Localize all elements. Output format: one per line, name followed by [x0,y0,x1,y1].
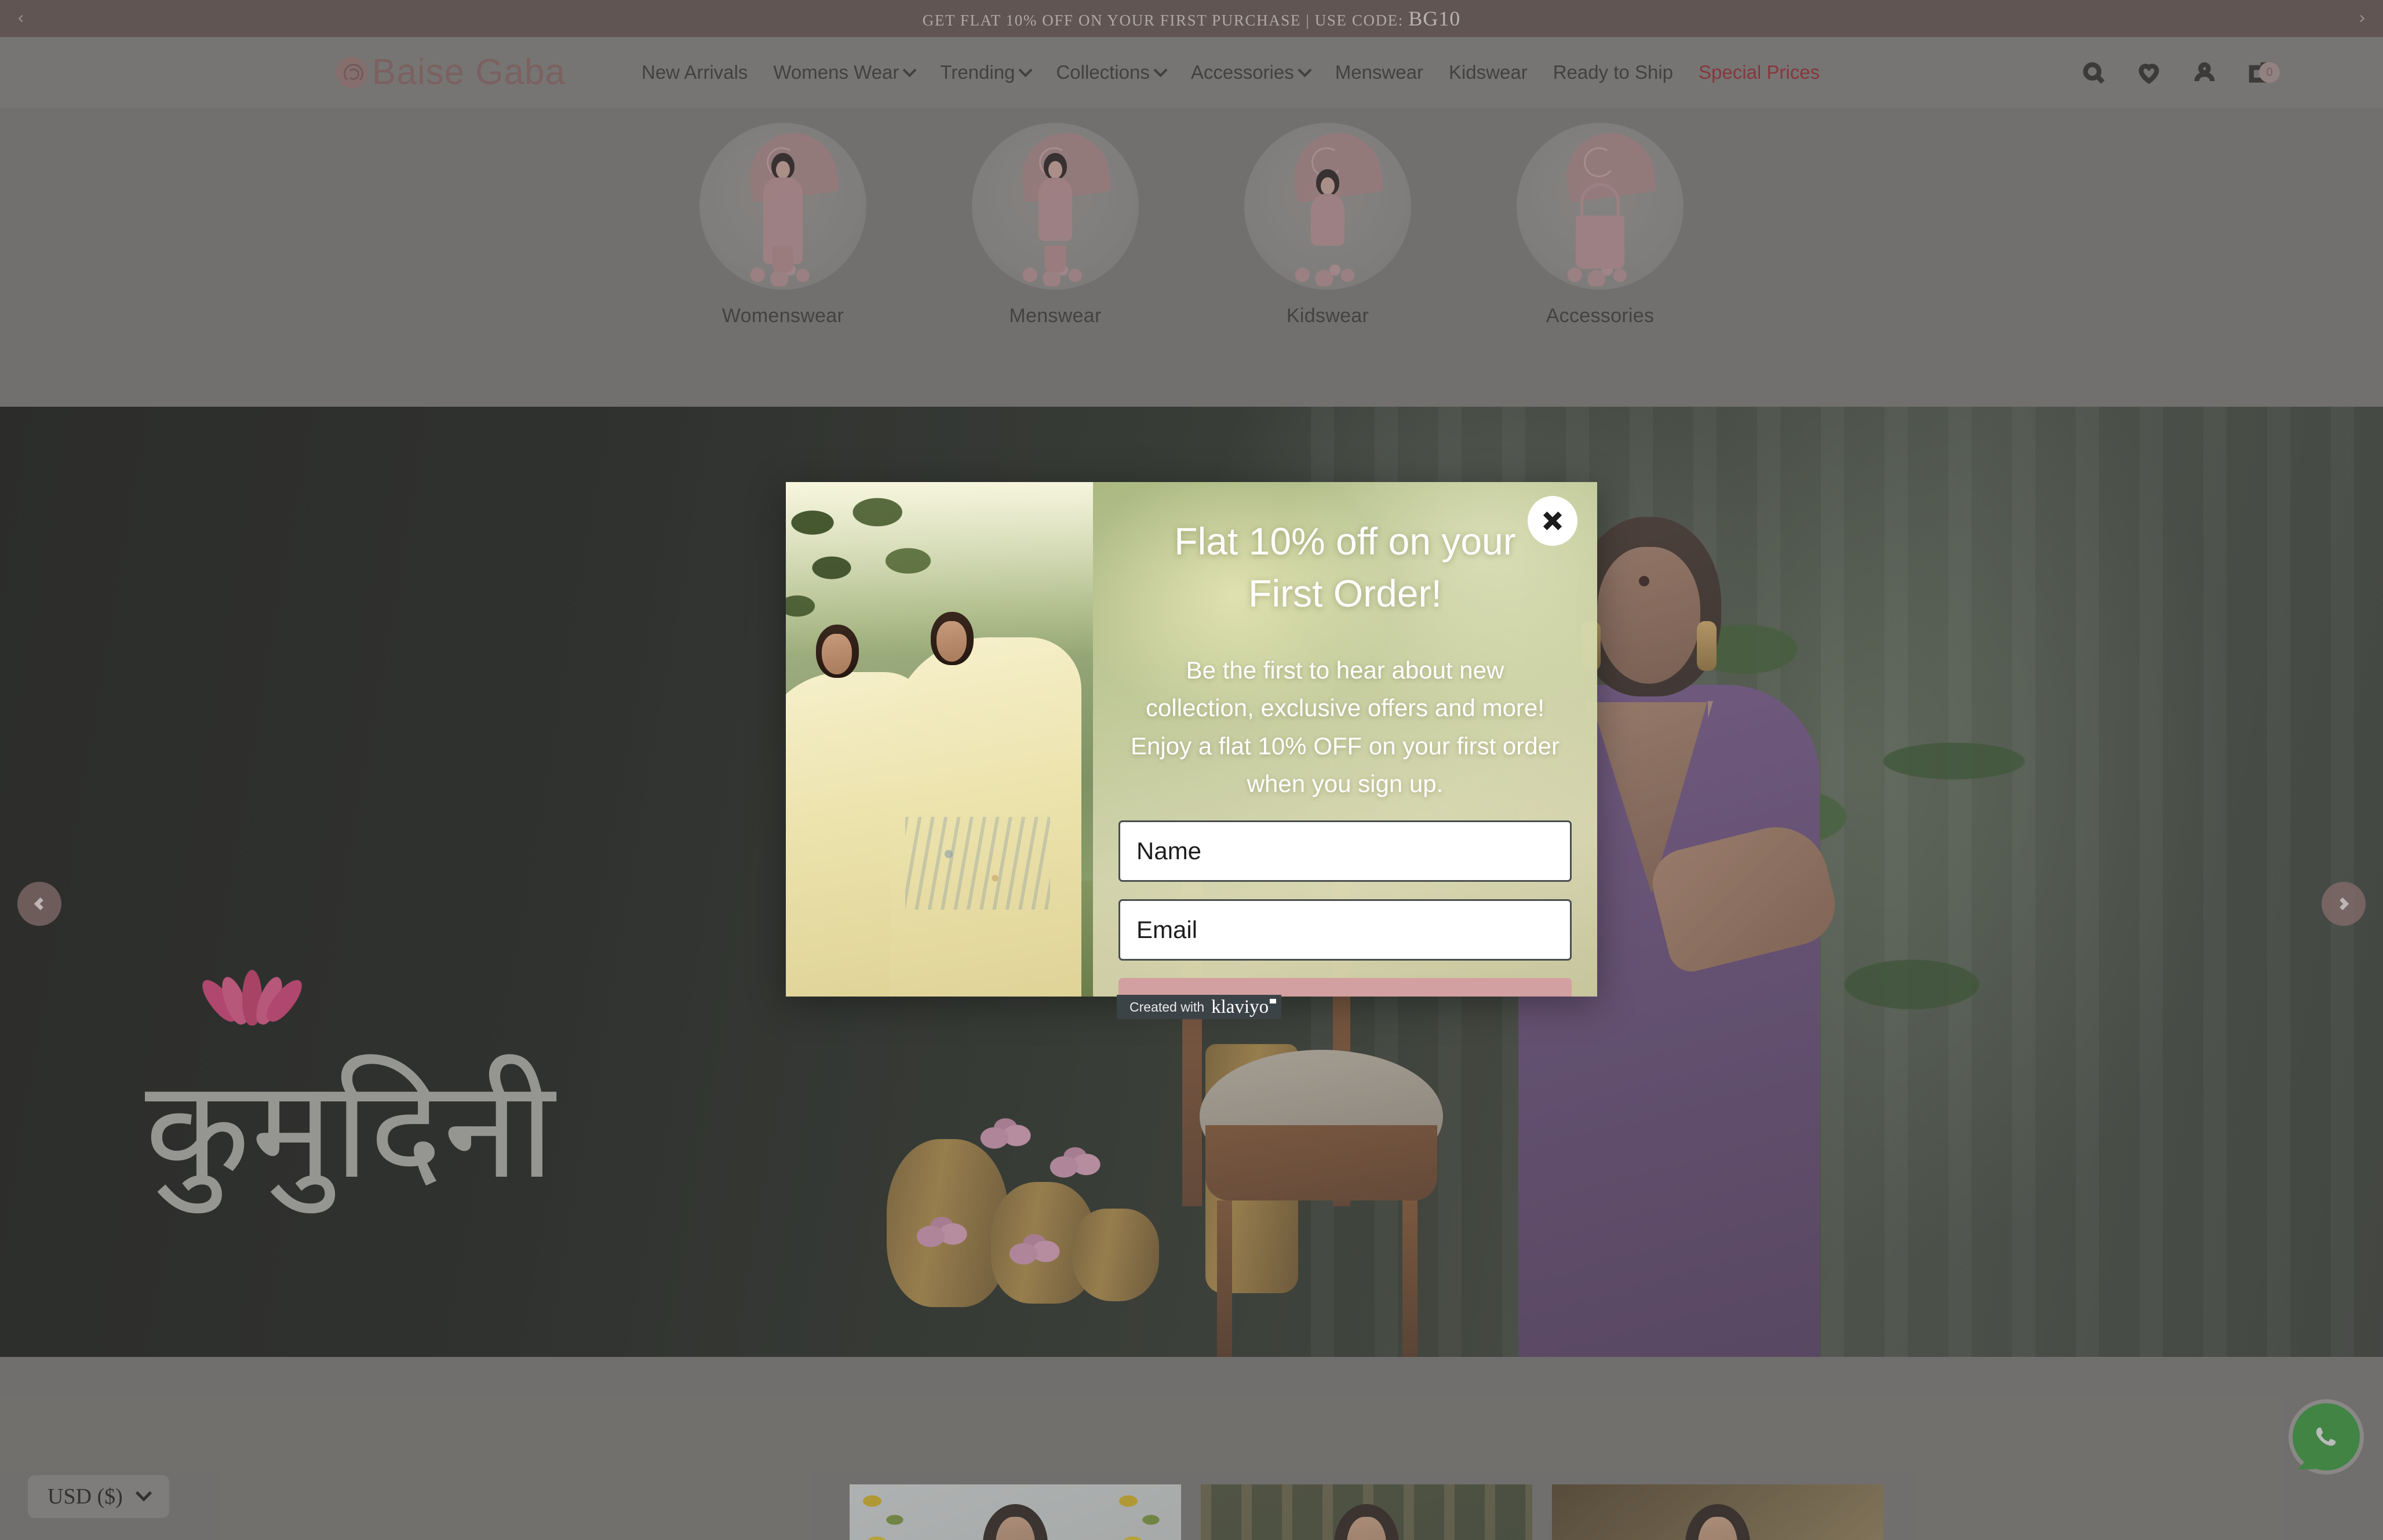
modal-title: Flat 10% off on your First Order! [1174,520,1516,615]
modal-body: Flat 10% off on your First Order! Be the… [1093,482,1597,997]
newsletter-signup-modal: Flat 10% off on your First Order! Be the… [786,482,1597,997]
email-input-placeholder: Email [1136,915,1198,943]
credit-prefix: Created with [1129,999,1205,1014]
name-input-placeholder: Name [1136,837,1202,864]
klaviyo-credit[interactable]: Created with klaviyo [1117,995,1282,1019]
name-input[interactable]: Name [1118,820,1572,882]
modal-hero-image [786,482,1093,997]
page-root: GET FLAT 10% OFF ON YOUR FIRST PURCHASE … [0,0,2383,1540]
klaviyo-logo: klaviyo [1211,996,1277,1017]
modal-content: Flat 10% off on your First Order! Be the… [1118,516,1572,997]
email-input[interactable]: Email [1118,899,1572,961]
join-now-button[interactable]: Join Now [1118,977,1572,997]
close-icon[interactable] [1528,496,1577,546]
modal-description: Be the first to hear about new collectio… [1131,656,1559,798]
